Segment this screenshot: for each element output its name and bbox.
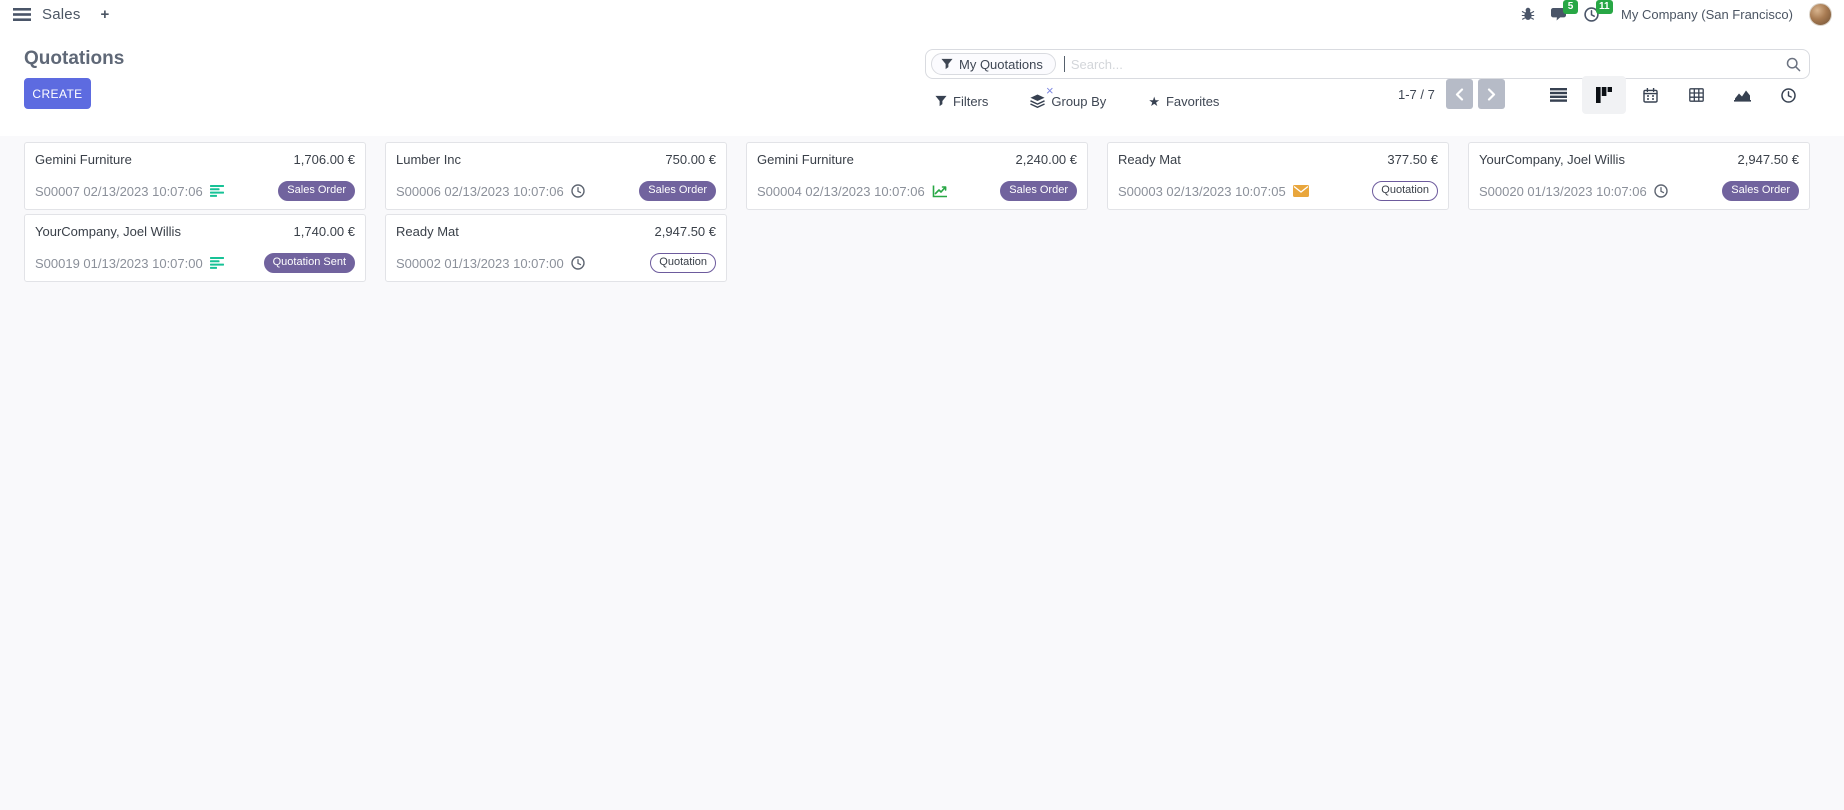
debug-bug-icon[interactable] xyxy=(1521,7,1535,21)
card-customer: Lumber Inc xyxy=(396,152,461,167)
chevron-right-icon xyxy=(1487,88,1496,101)
activities-clock-icon[interactable]: 11 xyxy=(1584,7,1599,22)
graph-view-icon xyxy=(1734,88,1751,102)
view-switch-pivot[interactable] xyxy=(1674,76,1718,114)
calendar-view-icon xyxy=(1643,88,1658,103)
view-switch-kanban[interactable] xyxy=(1582,76,1626,114)
quotation-card[interactable]: YourCompany, Joel Willis 2,947.50 € S000… xyxy=(1468,142,1810,210)
status-badge: Quotation xyxy=(650,253,716,273)
card-amount: 1,706.00 € xyxy=(294,152,355,167)
activity-clock-icon[interactable] xyxy=(571,184,585,198)
app-name[interactable]: Sales xyxy=(42,6,81,23)
activity-note-icon[interactable] xyxy=(210,185,224,197)
quotation-card[interactable]: Gemini Furniture 1,706.00 € S00007 02/13… xyxy=(24,142,366,210)
status-badge: Sales Order xyxy=(639,181,716,201)
card-reference: S00020 01/13/2023 10:07:06 xyxy=(1479,184,1647,199)
filter-icon xyxy=(935,95,947,107)
activity-email-icon[interactable] xyxy=(1293,185,1309,197)
card-amount: 1,740.00 € xyxy=(294,224,355,239)
card-customer: Ready Mat xyxy=(1118,152,1181,167)
card-reference: S00003 02/13/2023 10:07:05 xyxy=(1118,184,1286,199)
messages-count-badge: 5 xyxy=(1563,0,1578,14)
facet-label: My Quotations xyxy=(959,57,1043,72)
page-title: Quotations xyxy=(24,48,124,70)
filters-button[interactable]: Filters xyxy=(935,94,988,109)
pager-previous-button[interactable] xyxy=(1446,79,1473,109)
favorites-button[interactable]: ★ Favorites xyxy=(1148,94,1219,109)
card-customer: Ready Mat xyxy=(396,224,459,239)
card-customer: YourCompany, Joel Willis xyxy=(1479,152,1625,167)
messages-icon[interactable]: 5 xyxy=(1551,7,1568,22)
status-badge: Sales Order xyxy=(278,181,355,201)
view-switch-list[interactable] xyxy=(1536,76,1580,114)
group-by-button[interactable]: Group By xyxy=(1030,94,1106,109)
apps-menu-icon[interactable] xyxy=(10,4,34,24)
control-panel: Quotations CREATE My Quotations × Filter… xyxy=(0,28,1844,136)
card-reference: S00019 01/13/2023 10:07:00 xyxy=(35,256,203,271)
quotation-card[interactable]: Gemini Furniture 2,240.00 € S00004 02/13… xyxy=(746,142,1088,210)
user-avatar[interactable] xyxy=(1809,3,1832,26)
view-switch-graph[interactable] xyxy=(1720,76,1764,114)
search-input[interactable] xyxy=(1065,57,1786,72)
kanban-view: Gemini Furniture 1,706.00 € S00007 02/13… xyxy=(0,136,1844,810)
card-customer: Gemini Furniture xyxy=(757,152,854,167)
kanban-grid: Gemini Furniture 1,706.00 € S00007 02/13… xyxy=(24,142,1820,282)
list-view-icon xyxy=(1550,88,1567,102)
card-amount: 2,947.50 € xyxy=(1738,152,1799,167)
layers-icon xyxy=(1030,94,1045,108)
filter-icon xyxy=(941,58,953,70)
pager-value: 1-7 / 7 xyxy=(1398,87,1435,102)
activity-upsell-icon[interactable] xyxy=(932,184,948,198)
status-badge: Sales Order xyxy=(1000,181,1077,201)
search-facet-my-quotations[interactable]: My Quotations xyxy=(931,53,1056,75)
quotation-card[interactable]: Ready Mat 377.50 € S00003 02/13/2023 10:… xyxy=(1107,142,1449,210)
activities-count-badge: 11 xyxy=(1596,0,1613,14)
card-reference: S00006 02/13/2023 10:07:06 xyxy=(396,184,564,199)
top-navbar: Sales + 5 11 My Company (San Francisco) xyxy=(0,0,1844,28)
search-options: Filters Group By ★ Favorites xyxy=(935,86,1219,116)
pager-next-button[interactable] xyxy=(1478,79,1505,109)
card-amount: 2,240.00 € xyxy=(1016,152,1077,167)
search-icon[interactable] xyxy=(1786,57,1801,72)
card-reference: S00007 02/13/2023 10:07:06 xyxy=(35,184,203,199)
create-button[interactable]: CREATE xyxy=(24,78,91,109)
card-amount: 2,947.50 € xyxy=(655,224,716,239)
card-amount: 750.00 € xyxy=(665,152,716,167)
search-bar[interactable]: My Quotations xyxy=(925,49,1810,79)
company-switcher[interactable]: My Company (San Francisco) xyxy=(1621,7,1793,22)
view-switcher xyxy=(1536,76,1810,114)
quotation-card[interactable]: Lumber Inc 750.00 € S00006 02/13/2023 10… xyxy=(385,142,727,210)
star-icon: ★ xyxy=(1148,95,1160,108)
kanban-view-icon xyxy=(1596,87,1612,103)
activity-view-icon xyxy=(1781,88,1796,103)
activity-clock-icon[interactable] xyxy=(571,256,585,270)
pager: 1-7 / 7 xyxy=(1398,79,1505,109)
quotation-card[interactable]: Ready Mat 2,947.50 € S00002 01/13/2023 1… xyxy=(385,214,727,282)
add-tab-button[interactable]: + xyxy=(101,6,110,23)
card-customer: Gemini Furniture xyxy=(35,152,132,167)
card-customer: YourCompany, Joel Willis xyxy=(35,224,181,239)
activity-clock-icon[interactable] xyxy=(1654,184,1668,198)
card-reference: S00002 01/13/2023 10:07:00 xyxy=(396,256,564,271)
card-amount: 377.50 € xyxy=(1387,152,1438,167)
activity-note-icon[interactable] xyxy=(210,257,224,269)
status-badge: Sales Order xyxy=(1722,181,1799,201)
view-switch-calendar[interactable] xyxy=(1628,76,1672,114)
pivot-view-icon xyxy=(1689,88,1704,102)
quotation-card[interactable]: YourCompany, Joel Willis 1,740.00 € S000… xyxy=(24,214,366,282)
status-badge: Quotation Sent xyxy=(264,253,355,273)
card-reference: S00004 02/13/2023 10:07:06 xyxy=(757,184,925,199)
chevron-left-icon xyxy=(1455,88,1464,101)
view-switch-activity[interactable] xyxy=(1766,76,1810,114)
status-badge: Quotation xyxy=(1372,181,1438,201)
